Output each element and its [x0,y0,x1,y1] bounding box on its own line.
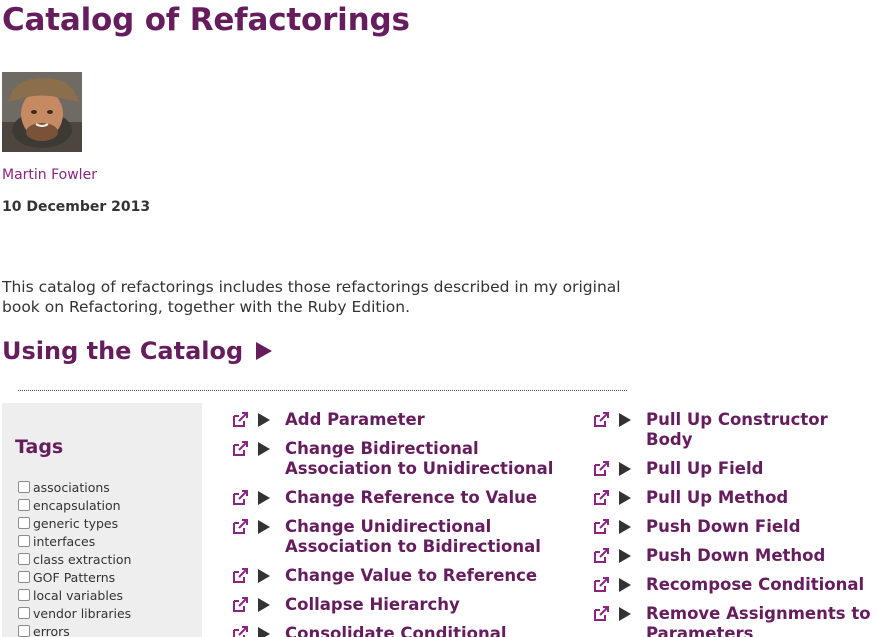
tag-label: GOF Patterns [33,569,116,585]
refactoring-item: Add Parameter [231,410,581,430]
refactoring-link[interactable]: Pull Up Field [646,459,763,479]
using-catalog-heading[interactable]: Using the Catalog [2,337,273,365]
play-triangle-icon[interactable] [258,413,270,427]
page: Catalog of Refactorings Martin Fowler 10… [0,0,878,637]
intro-paragraph: This catalog of refactorings includes th… [2,278,621,316]
tags-panel: Tags associations encapsulation generic … [2,403,202,637]
section-heading-label: Using the Catalog [2,337,244,365]
tag-checkbox[interactable] [18,589,30,601]
tag-checkbox[interactable] [18,535,30,547]
tag-label: errors [33,623,70,637]
tags-title: Tags [15,436,64,458]
external-link-icon[interactable] [592,411,610,429]
divider [18,390,627,391]
external-link-icon[interactable] [231,567,249,585]
refactoring-item: Push Down Method [592,546,872,566]
external-link-icon[interactable] [592,547,610,565]
refactoring-link[interactable]: Change Bidirectional Association to Unid… [285,439,581,479]
refactoring-item: Pull Up Constructor Body [592,410,872,450]
tag-encapsulation[interactable]: encapsulation [18,496,131,514]
tag-checkbox[interactable] [18,553,30,565]
tag-generic-types[interactable]: generic types [18,514,131,532]
refactoring-link[interactable]: Change Unidirectional Association to Bid… [285,517,581,557]
publish-date: 10 December 2013 [2,199,151,215]
external-link-icon[interactable] [231,596,249,614]
refactoring-link[interactable]: Push Down Method [646,546,825,566]
tag-label: generic types [33,515,119,531]
tag-label: vendor libraries [33,605,132,621]
play-triangle-icon[interactable] [619,578,631,592]
play-triangle-icon[interactable] [258,520,270,534]
refactoring-item: Recompose Conditional [592,575,872,595]
tag-checkbox[interactable] [18,517,30,529]
tag-errors[interactable]: errors [18,622,131,637]
play-triangle-icon[interactable] [619,413,631,427]
external-link-icon[interactable] [231,625,249,637]
page-title: Catalog of Refactorings [2,2,410,38]
refactoring-item: Remove Assignments to Parameters [592,604,872,637]
play-triangle-icon[interactable] [619,491,631,505]
refactoring-link[interactable]: Push Down Field [646,517,801,537]
external-link-icon[interactable] [231,440,249,458]
refactoring-link[interactable]: Remove Assignments to Parameters [646,604,872,637]
play-triangle-icon [256,342,273,360]
play-triangle-icon[interactable] [619,607,631,621]
external-link-icon[interactable] [231,489,249,507]
refactoring-link[interactable]: Recompose Conditional [646,575,864,595]
refactoring-link[interactable]: Change Value to Reference [285,566,537,586]
external-link-icon[interactable] [592,605,610,623]
refactoring-link[interactable]: Consolidate Conditional [285,624,507,637]
refactoring-item: Change Reference to Value [231,488,581,508]
refactoring-item: Push Down Field [592,517,872,537]
external-link-icon[interactable] [231,518,249,536]
refactoring-item: Change Bidirectional Association to Unid… [231,439,581,479]
tag-checkbox[interactable] [18,607,30,619]
tag-label: interfaces [33,533,96,549]
tag-label: class extraction [33,551,132,567]
play-triangle-icon[interactable] [619,462,631,476]
refactoring-link[interactable]: Collapse Hierarchy [285,595,460,615]
play-triangle-icon[interactable] [619,520,631,534]
tag-label: encapsulation [33,497,121,513]
tag-gof-patterns[interactable]: GOF Patterns [18,568,131,586]
tag-label: associations [33,479,110,495]
refactoring-link[interactable]: Pull Up Constructor Body [646,410,872,450]
play-triangle-icon[interactable] [258,627,270,637]
play-triangle-icon[interactable] [258,442,270,456]
tag-checkbox[interactable] [18,481,30,493]
external-link-icon[interactable] [592,576,610,594]
refactoring-item: Change Unidirectional Association to Bid… [231,517,581,557]
tag-associations[interactable]: associations [18,478,131,496]
refactorings-column-1: Add Parameter Change Bidirectional Assoc… [231,410,581,637]
tag-class-extraction[interactable]: class extraction [18,550,131,568]
tag-list: associations encapsulation generic types… [18,478,131,637]
tag-checkbox[interactable] [18,571,30,583]
refactorings-column-2: Pull Up Constructor Body Pull Up Field P… [592,410,872,637]
refactoring-item: Collapse Hierarchy [231,595,581,615]
refactoring-link[interactable]: Pull Up Method [646,488,788,508]
author-link[interactable]: Martin Fowler [2,167,97,183]
refactoring-link[interactable]: Add Parameter [285,410,425,430]
external-link-icon[interactable] [592,460,610,478]
play-triangle-icon[interactable] [619,549,631,563]
tag-label: local variables [33,587,124,603]
play-triangle-icon[interactable] [258,491,270,505]
external-link-icon[interactable] [231,411,249,429]
refactoring-item: Pull Up Method [592,488,872,508]
external-link-icon[interactable] [592,489,610,507]
external-link-icon[interactable] [592,518,610,536]
author-avatar [2,72,82,152]
tag-local-variables[interactable]: local variables [18,586,131,604]
refactoring-item: Pull Up Field [592,459,872,479]
tag-vendor-libraries[interactable]: vendor libraries [18,604,131,622]
play-triangle-icon[interactable] [258,569,270,583]
tag-interfaces[interactable]: interfaces [18,532,131,550]
play-triangle-icon[interactable] [258,598,270,612]
tag-checkbox[interactable] [18,499,30,511]
tag-checkbox[interactable] [18,625,30,637]
refactoring-item: Change Value to Reference [231,566,581,586]
refactoring-link[interactable]: Change Reference to Value [285,488,537,508]
refactoring-item: Consolidate Conditional [231,624,581,637]
